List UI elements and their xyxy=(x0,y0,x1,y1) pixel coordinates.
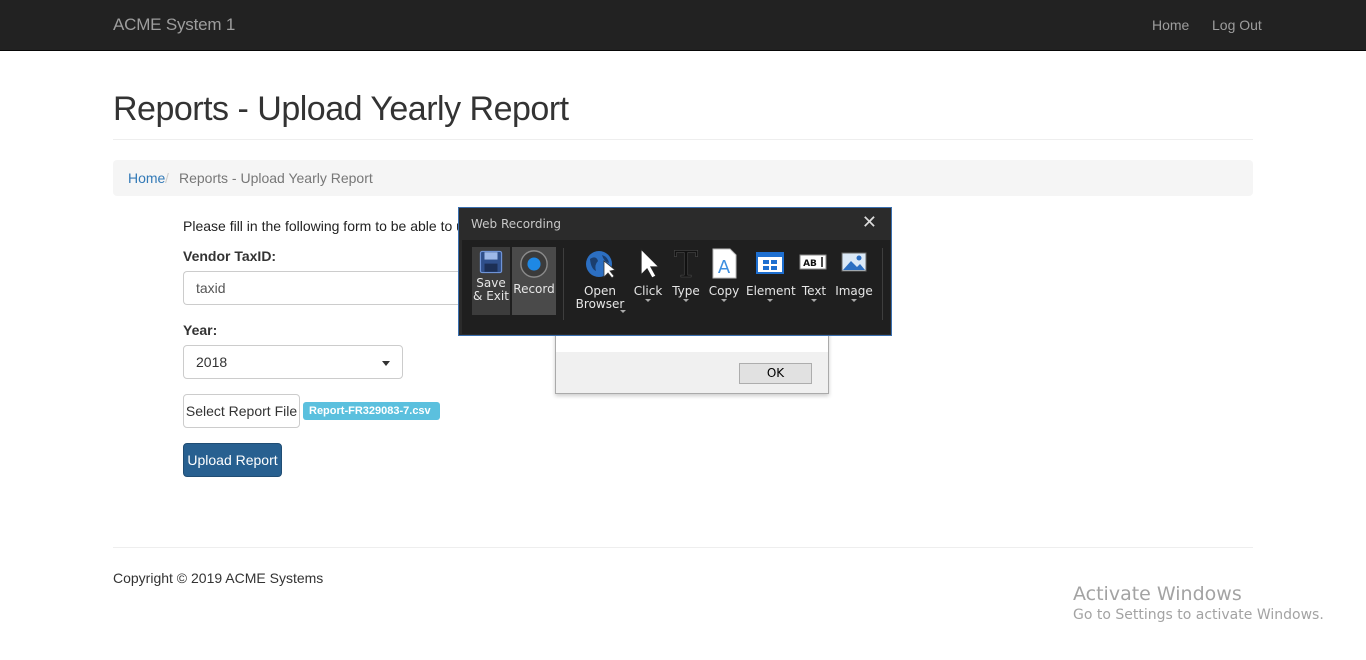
save-label-2: & Exit xyxy=(473,289,509,303)
record-icon xyxy=(520,250,548,278)
record-button[interactable]: Record xyxy=(512,247,556,315)
dialog-ok-button[interactable]: OK xyxy=(739,363,812,384)
image-label: Image xyxy=(835,284,873,298)
year-label: Year: xyxy=(183,322,218,338)
chevron-down-icon[interactable] xyxy=(767,299,773,302)
breadcrumb-separator: / xyxy=(165,170,169,186)
open-browser-label-1: Open xyxy=(583,284,617,298)
web-recording-window: Web Recording ✕ Save & Exit Record Open … xyxy=(458,207,892,336)
breadcrumb: Home / Reports - Upload Yearly Report xyxy=(113,160,1253,196)
type-label: Type xyxy=(672,284,700,298)
save-icon xyxy=(479,250,503,274)
page-title: Reports - Upload Yearly Report xyxy=(113,90,569,128)
save-label-1: Save xyxy=(476,276,506,290)
copy-label: Copy xyxy=(708,284,740,298)
element-button[interactable]: Element xyxy=(746,247,796,302)
activate-windows-title: Activate Windows xyxy=(1073,583,1242,605)
open-browser-button[interactable]: Open Browser xyxy=(572,247,628,313)
click-label: Click xyxy=(633,284,663,298)
image-button[interactable]: Image xyxy=(834,247,874,302)
footer-copyright: Copyright © 2019 ACME Systems xyxy=(113,570,324,586)
chevron-down-icon[interactable] xyxy=(683,299,689,302)
type-button[interactable]: T Type xyxy=(668,247,704,302)
chevron-down-icon[interactable] xyxy=(851,299,857,302)
text-button[interactable]: AB Text xyxy=(798,247,830,302)
activate-windows-subtitle: Go to Settings to activate Windows. xyxy=(1073,607,1324,623)
breadcrumb-current: Reports - Upload Yearly Report xyxy=(179,170,373,186)
web-recording-title: Web Recording xyxy=(471,217,561,231)
record-label: Record xyxy=(513,282,555,296)
title-divider xyxy=(113,139,1253,140)
breadcrumb-home-link[interactable]: Home xyxy=(128,170,165,186)
toolbar-separator xyxy=(563,248,564,320)
close-icon[interactable]: ✕ xyxy=(862,214,877,232)
image-icon xyxy=(841,252,867,272)
type-icon: T xyxy=(674,247,699,279)
globe-icon xyxy=(586,251,616,279)
caret-down-icon xyxy=(382,361,390,366)
toolbar-separator xyxy=(882,248,883,320)
svg-text:T: T xyxy=(674,247,698,279)
cursor-icon xyxy=(640,247,661,279)
element-icon xyxy=(756,252,784,274)
nav-home-link[interactable]: Home xyxy=(1152,17,1189,33)
upload-report-button[interactable]: Upload Report xyxy=(183,443,282,477)
svg-text:AB: AB xyxy=(803,259,817,269)
chevron-down-icon[interactable] xyxy=(645,299,651,302)
top-navbar: ACME System 1 Home Log Out xyxy=(0,0,1366,51)
open-browser-label-2: Browser xyxy=(575,297,625,311)
message-dialog: OK xyxy=(555,330,829,394)
click-button[interactable]: Click xyxy=(630,247,666,302)
nav-logout-link[interactable]: Log Out xyxy=(1212,17,1262,33)
element-label: Element xyxy=(746,284,796,298)
copy-button[interactable]: A Copy xyxy=(706,247,742,302)
year-select-value: 2018 xyxy=(196,354,228,370)
recorder-toolbar: Save & Exit Record Open Browser Click T … xyxy=(462,240,890,334)
copy-icon: A xyxy=(712,248,737,279)
chevron-down-icon[interactable] xyxy=(620,310,626,313)
year-select[interactable]: 2018 xyxy=(183,345,403,379)
chevron-down-icon[interactable] xyxy=(811,299,817,302)
vendor-taxid-input[interactable]: taxid xyxy=(183,271,473,305)
svg-text:A: A xyxy=(718,257,731,278)
text-icon: AB xyxy=(799,254,827,270)
brand-logo[interactable]: ACME System 1 xyxy=(113,15,235,35)
selected-file-badge: Report-FR329083-7.csv xyxy=(303,402,440,420)
chevron-down-icon[interactable] xyxy=(721,299,727,302)
save-exit-button[interactable]: Save & Exit xyxy=(472,247,510,315)
select-report-file-button[interactable]: Select Report File xyxy=(183,394,300,428)
form-intro-text: Please fill in the following form to be … xyxy=(183,218,463,234)
footer-divider xyxy=(113,547,1253,548)
vendor-taxid-label: Vendor TaxID: xyxy=(183,248,277,264)
text-label: Text xyxy=(801,284,827,298)
